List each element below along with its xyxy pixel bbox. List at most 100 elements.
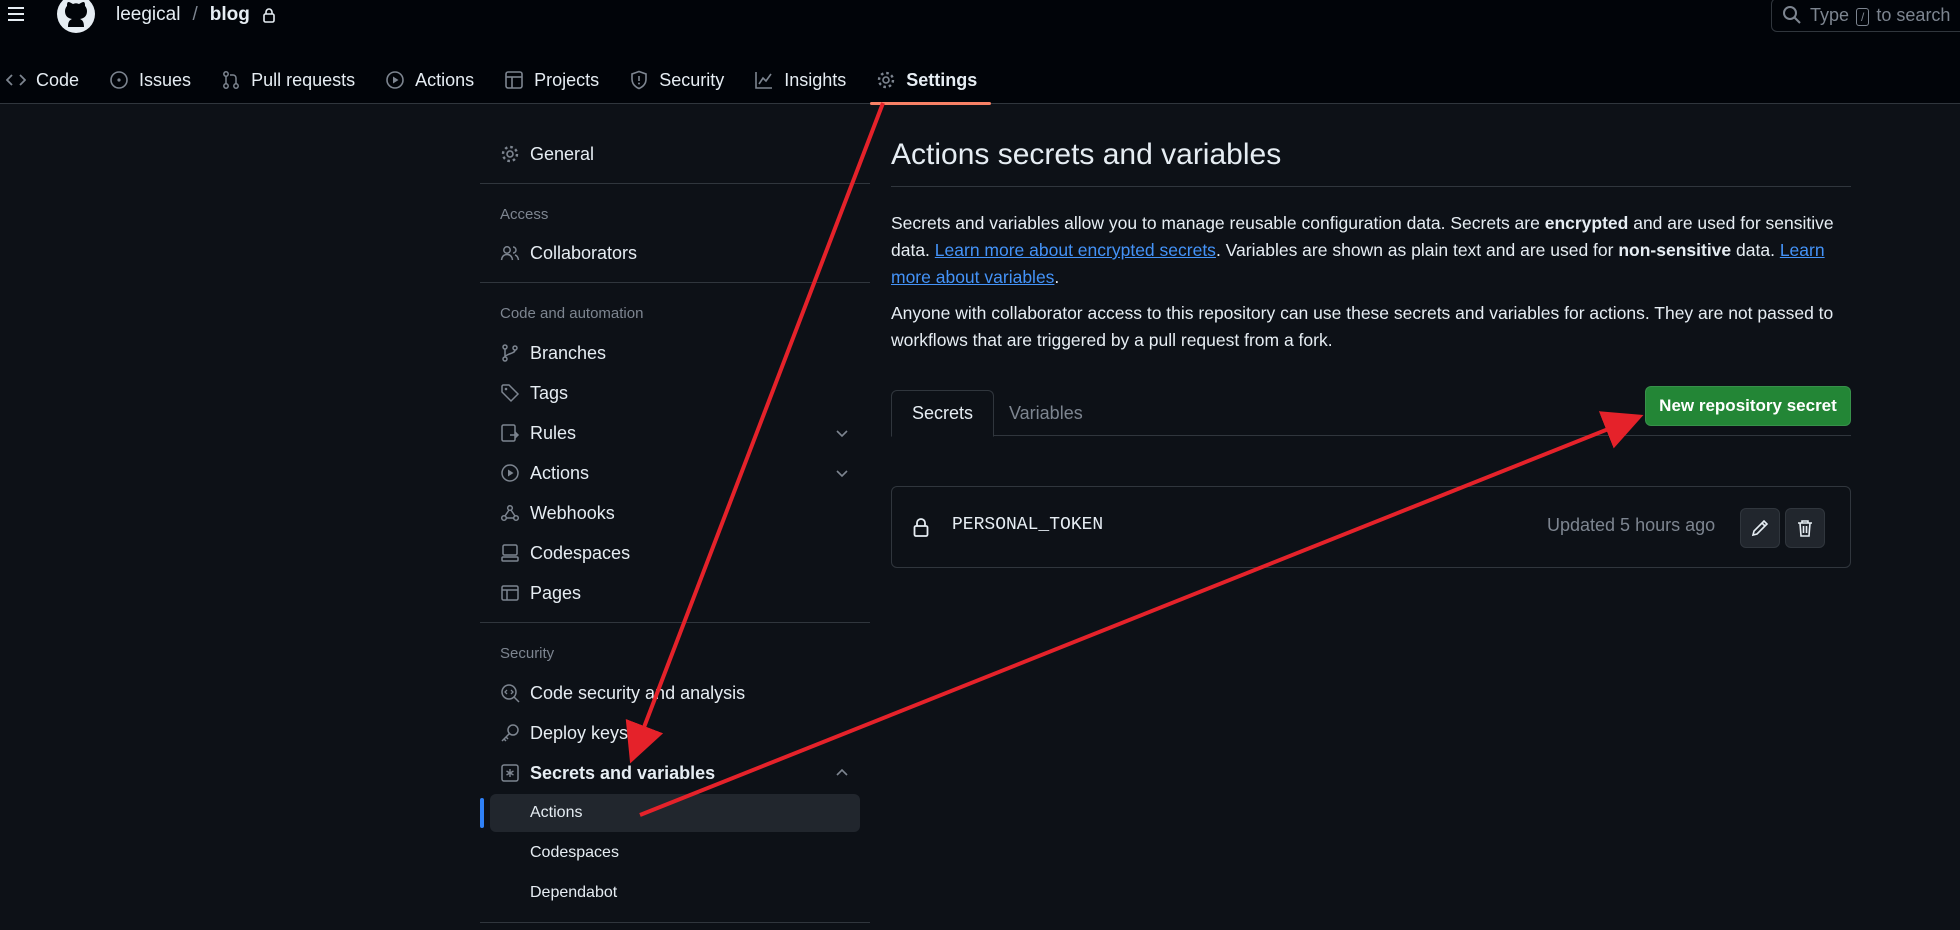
tab-projects[interactable]: Projects [498,56,613,104]
chevron-down-icon [834,465,850,481]
encrypted-secrets-link[interactable]: Learn more about encrypted secrets [935,240,1216,260]
sidebar-item-label: Actions [530,462,590,483]
asterisk-icon [500,763,520,783]
sidebar-item-label: Pages [530,582,582,603]
tab-actions-label: Actions [415,69,475,90]
tab-variables[interactable]: Variables [989,390,1103,437]
tab-settings-label: Settings [906,69,978,90]
sidebar-item-pages[interactable]: Pages [480,575,870,611]
sidebar-divider [480,282,870,283]
pull-request-icon [221,70,241,90]
github-logo-icon[interactable] [54,0,98,36]
tab-issues-label: Issues [139,69,192,90]
sidebar-item-branches[interactable]: Branches [480,335,870,371]
sidebar-subitem-dependabot[interactable]: Dependabot [490,874,860,912]
sidebar-item-label: Webhooks [530,502,615,523]
sidebar-subitem-actions[interactable]: Actions [490,794,860,832]
sidebar-divider [480,622,870,623]
sidebar-item-code-security[interactable]: Code security and analysis [480,675,870,711]
tab-insights-label: Insights [784,69,847,90]
sidebar-item-tags[interactable]: Tags [480,375,870,411]
search-input[interactable]: Type / to search [1771,0,1960,32]
gear-icon [500,144,520,164]
play-icon [500,463,520,483]
sidebar-item-label: Tags [530,382,569,403]
sidebar-item-codespaces[interactable]: Codespaces [480,535,870,571]
trash-icon [1798,520,1812,537]
secrets-description: Secrets and variables allow you to manag… [891,213,1834,287]
rules-icon [500,423,520,443]
repo-link[interactable]: blog [210,4,250,26]
sidebar-divider [480,183,870,184]
tab-pull-requests-label: Pull requests [251,69,356,90]
tab-security-label: Security [659,69,725,90]
chevron-down-icon [834,425,850,441]
sidebar-item-label: Codespaces [530,542,631,563]
tab-code-label: Code [36,69,80,90]
secret-updated-time: Updated 5 hours ago [1547,515,1716,535]
tab-insights[interactable]: Insights [748,56,860,104]
lock-icon [912,517,930,537]
chevron-up-icon [834,765,850,781]
hamburger-menu-icon[interactable] [4,4,30,26]
key-icon [500,723,520,743]
new-repository-secret-button[interactable]: New repository secret [1645,386,1851,426]
sidebar-item-deploy-keys[interactable]: Deploy keys [480,715,870,751]
play-icon [385,70,405,90]
sidebar-item-actions[interactable]: Actions [480,455,870,491]
sidebar-item-secrets[interactable]: Secrets and variables [480,755,870,791]
tab-code[interactable]: Code [0,56,93,104]
collaborator-note: Anyone with collaborator access to this … [891,303,1834,350]
secret-name: PERSONAL_TOKEN [952,515,1104,535]
graph-icon [754,70,774,90]
sidebar-item-collaborators[interactable]: Collaborators [480,235,870,271]
sidebar-heading-access: Access [500,206,549,223]
codescan-icon [500,683,520,703]
browser-icon [500,583,520,603]
sidebar-divider [480,922,870,923]
repo-breadcrumb: leegical / blog [116,4,276,26]
pencil-icon [1751,519,1769,537]
page-title: Actions secrets and variables [891,138,1851,187]
tab-actions[interactable]: Actions [379,56,488,104]
repo-nav: Code Issues Pull requests Actions Projec… [0,56,1001,105]
private-lock-icon [262,7,276,23]
sidebar-item-rules[interactable]: Rules [480,415,870,451]
active-indicator [480,798,484,828]
delete-secret-button[interactable] [1785,508,1825,548]
code-icon [6,70,26,90]
top-header: leegical / blog Type / to search Code Is… [0,0,1960,105]
sidebar-item-label: Secrets and variables [530,762,716,783]
sidebar-item-label: Collaborators [530,242,638,263]
sidebar-item-label: Code security and analysis [530,682,746,703]
sidebar-subitem-codespaces[interactable]: Codespaces [490,834,860,872]
people-icon [500,243,520,263]
issue-icon [109,70,129,90]
sidebar-item-label: Rules [530,422,577,443]
gear-icon [876,70,896,90]
tab-settings[interactable]: Settings [870,56,992,105]
shield-icon [629,70,649,90]
sidebar-item-general[interactable]: General [480,136,870,172]
tab-pull-requests[interactable]: Pull requests [215,56,369,104]
sidebar-item-label: Deploy keys [530,722,629,743]
sidebar-heading-code: Code and automation [500,305,644,322]
tab-issues[interactable]: Issues [103,56,205,104]
sidebar-heading-security: Security [500,645,555,662]
edit-secret-button[interactable] [1740,508,1780,548]
codespaces-icon [500,543,520,563]
tag-icon [500,383,520,403]
search-placeholder: Type / to search [1810,4,1951,26]
sidebar-item-label: General [530,143,595,164]
tab-security[interactable]: Security [623,56,738,104]
sidebar-item-webhooks[interactable]: Webhooks [480,495,870,531]
search-icon [1782,5,1802,25]
table-icon [504,70,524,90]
webhook-icon [500,503,520,523]
tab-secrets[interactable]: Secrets [891,390,995,437]
sidebar-item-label: Branches [530,342,607,363]
secret-row: PERSONAL_TOKEN Updated 5 hours ago [891,486,1851,568]
owner-link[interactable]: leegical [116,4,180,26]
branch-icon [500,343,520,363]
breadcrumb-separator: / [192,4,198,25]
